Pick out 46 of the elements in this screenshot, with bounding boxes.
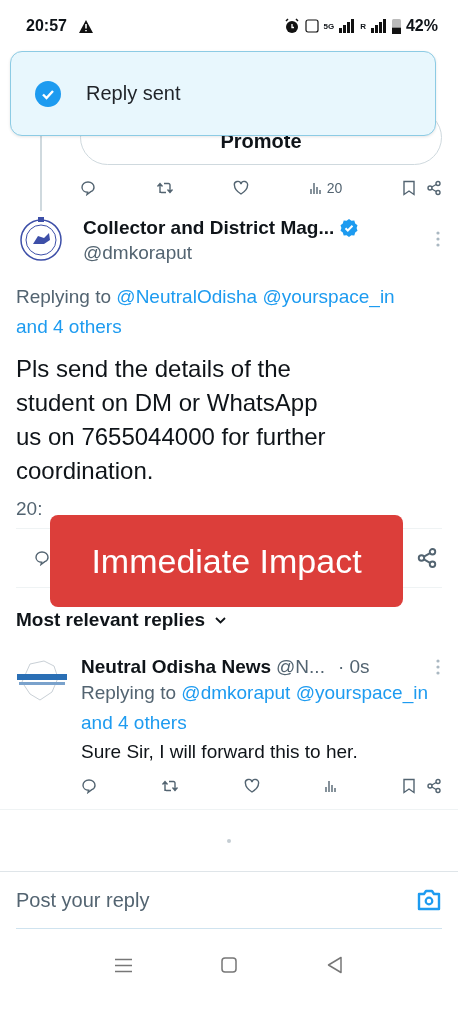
signal-icon <box>339 19 356 33</box>
menu-icon[interactable] <box>114 957 132 973</box>
sort-label[interactable]: Most relevant replies <box>16 609 206 631</box>
signal-icon <box>370 19 387 33</box>
network-type: 5G <box>323 21 335 31</box>
reply-input-field[interactable]: Post your reply <box>16 888 416 912</box>
check-circle-icon <box>34 79 62 108</box>
camera-icon[interactable] <box>416 888 442 912</box>
repost-icon[interactable] <box>155 180 174 196</box>
replying-to-text: Replying to @NeutralOdisha @yourspace_in and 4 others <box>16 285 396 339</box>
heart-icon[interactable] <box>233 180 250 196</box>
bookmark-icon[interactable] <box>401 180 416 196</box>
repost-icon[interactable] <box>161 778 180 794</box>
home-icon[interactable] <box>221 957 238 973</box>
reply-icon[interactable] <box>34 550 50 566</box>
post-time: · 0s <box>337 656 370 678</box>
back-icon[interactable] <box>327 956 344 974</box>
reply-icon[interactable] <box>81 778 97 794</box>
volte-icon <box>304 19 319 33</box>
replying-to-text: Replying to @dmkoraput @yourspace_in and 4 others <box>81 681 429 735</box>
reply-text: Sure Sir, I will forward this to her. <box>81 741 359 763</box>
toast-message: Reply sent <box>86 82 181 105</box>
timestamp: 20: <box>16 498 43 519</box>
chevron-down-icon[interactable] <box>215 616 227 624</box>
warning-icon <box>78 19 93 33</box>
battery-icon <box>391 18 401 34</box>
share-icon[interactable] <box>425 180 442 196</box>
author-name[interactable]: Neutral Odisha News <box>81 656 272 678</box>
tweet-text: Pls send the details of the student on DM or WhatsApp us on 7655044000 for further coordination. <box>16 354 327 486</box>
banner-caption: Immediate Impact <box>91 541 362 581</box>
heart-icon[interactable] <box>243 778 260 794</box>
views-icon[interactable] <box>308 181 323 195</box>
view-count: 20 <box>326 180 343 196</box>
battery-percent: 42% <box>405 17 438 35</box>
share-icon[interactable] <box>426 778 442 794</box>
roaming-label: R <box>360 21 366 31</box>
views-icon[interactable] <box>323 779 338 793</box>
bookmark-icon[interactable] <box>402 778 416 794</box>
loading-dot-icon <box>227 838 231 843</box>
author-name[interactable]: Collector and District Mag... <box>83 217 335 239</box>
clock-time: 20:57 <box>26 17 67 35</box>
author-handle[interactable]: @dmkoraput <box>83 242 360 264</box>
share-icon[interactable] <box>416 547 438 569</box>
alarm-icon <box>283 18 300 34</box>
reply-icon[interactable] <box>80 180 96 196</box>
author-handle[interactable]: @N... <box>276 656 325 678</box>
